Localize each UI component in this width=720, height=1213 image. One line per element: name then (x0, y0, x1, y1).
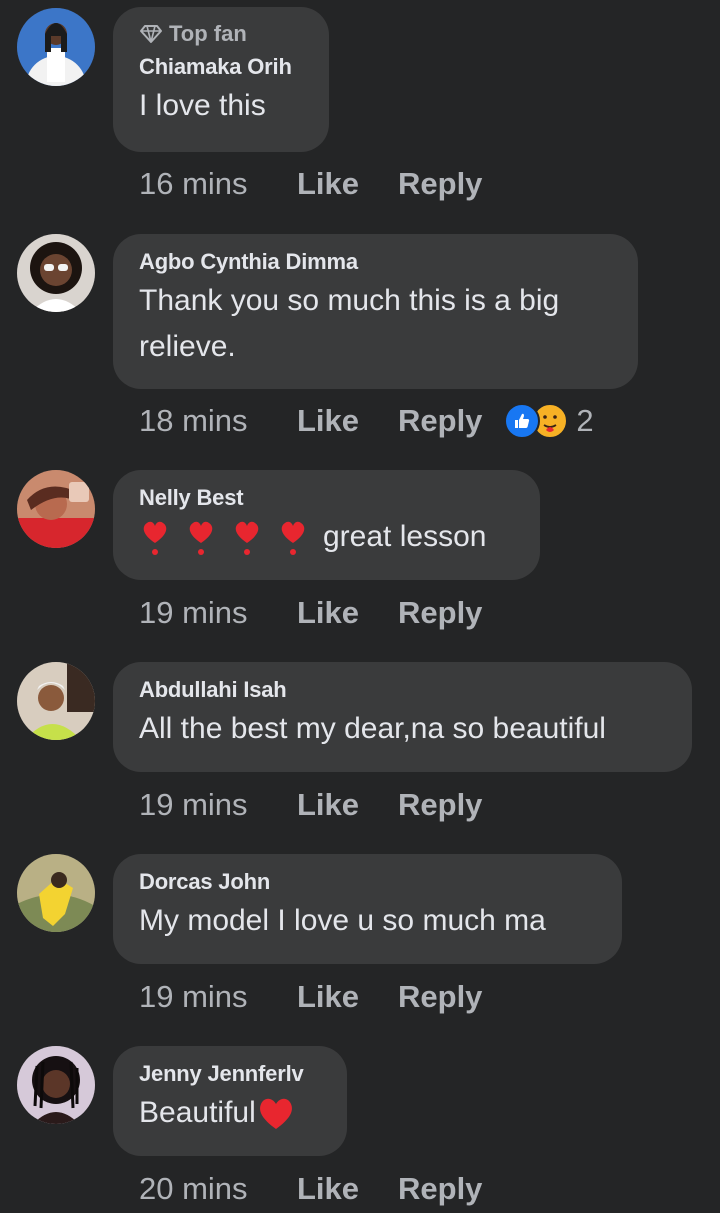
timestamp[interactable]: 18 mins (139, 403, 297, 439)
top-fan-badge: Top fan (139, 21, 303, 47)
like-button[interactable]: Like (297, 595, 398, 631)
comment-text-body: great lesson (323, 520, 487, 553)
timestamp[interactable]: 20 mins (139, 1171, 297, 1207)
reply-button[interactable]: Reply (398, 979, 482, 1015)
commenter-name[interactable]: Chiamaka Orih (139, 53, 303, 81)
comment-bubble[interactable]: Agbo Cynthia Dimma Thank you so much thi… (113, 234, 638, 389)
like-button[interactable]: Like (297, 166, 398, 202)
timestamp[interactable]: 19 mins (139, 787, 297, 823)
comment-actions: 19 mins Like Reply (139, 787, 482, 823)
comment-actions: 20 mins Like Reply (139, 1171, 482, 1207)
comment-text: My model I love u so much ma (139, 904, 546, 937)
like-button[interactable]: Like (297, 787, 398, 823)
heart-exclamation-icon (235, 521, 259, 555)
reply-button[interactable]: Reply (398, 403, 482, 439)
comment-bubble[interactable]: Abdullahi Isah All the best my dear,na s… (113, 662, 692, 772)
commenter-name[interactable]: Nelly Best (139, 484, 514, 512)
like-button[interactable]: Like (297, 403, 398, 439)
avatar[interactable] (17, 1046, 95, 1124)
heart-exclamation-icon (189, 521, 213, 555)
comment-bubble[interactable]: Nelly Best great lesson (113, 470, 540, 580)
like-button[interactable]: Like (297, 979, 398, 1015)
comment-text-line: Thank you so much this is a big (139, 284, 560, 317)
comment-bubble[interactable]: Dorcas John My model I love u so much ma (113, 854, 622, 964)
avatar[interactable] (17, 662, 95, 740)
comment-text: I love this (139, 89, 266, 122)
comment-actions: 18 mins Like Reply 2 (139, 403, 594, 439)
commenter-name[interactable]: Agbo Cynthia Dimma (139, 248, 612, 276)
comment-text-line: relieve. (139, 330, 236, 363)
heart-exclamation-icon (143, 521, 167, 555)
commenter-name[interactable]: Jenny Jennferlv (139, 1060, 321, 1088)
avatar[interactable] (17, 470, 95, 548)
reply-button[interactable]: Reply (398, 1171, 482, 1207)
commenter-name[interactable]: Dorcas John (139, 868, 596, 896)
reaction-summary[interactable]: 2 (504, 403, 594, 439)
comment-text: Beautiful (139, 1090, 321, 1136)
comment-bubble[interactable]: Jenny Jennferlv Beautiful (113, 1046, 347, 1156)
timestamp[interactable]: 16 mins (139, 166, 297, 202)
timestamp[interactable]: 19 mins (139, 979, 297, 1015)
comment-text: All the best my dear,na so beautiful (139, 712, 606, 745)
comment-actions: 16 mins Like Reply (139, 166, 482, 202)
reaction-count: 2 (576, 403, 594, 438)
reply-button[interactable]: Reply (398, 595, 482, 631)
reply-button[interactable]: Reply (398, 166, 482, 202)
avatar[interactable] (17, 854, 95, 932)
badge-label: Top fan (169, 21, 247, 46)
comment-actions: 19 mins Like Reply (139, 979, 482, 1015)
comment-text: great lesson (139, 514, 514, 560)
comment-actions: 19 mins Like Reply (139, 595, 482, 631)
commenter-name[interactable]: Abdullahi Isah (139, 676, 666, 704)
avatar[interactable] (17, 234, 95, 312)
red-heart-icon (259, 1098, 292, 1129)
avatar[interactable] (17, 8, 95, 86)
comment-bubble[interactable]: Top fan Chiamaka Orih I love this (113, 7, 329, 152)
like-button[interactable]: Like (297, 1171, 398, 1207)
diamond-icon (140, 25, 162, 43)
reply-button[interactable]: Reply (398, 787, 482, 823)
comment-text-body: Beautiful (139, 1096, 256, 1129)
timestamp[interactable]: 19 mins (139, 595, 297, 631)
heart-exclamation-icon (281, 521, 305, 555)
